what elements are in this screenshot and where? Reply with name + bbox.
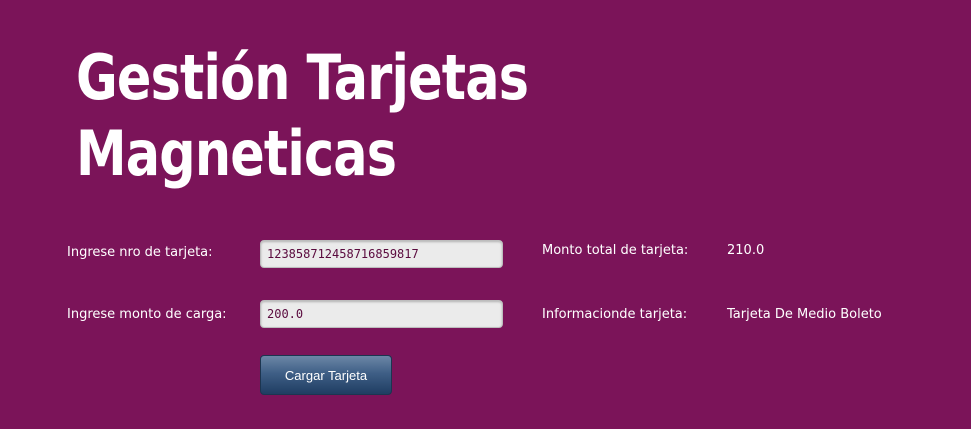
- card-number-input[interactable]: [260, 240, 503, 268]
- total-amount-value: 210.0: [727, 243, 765, 258]
- page-title-line-1: Gestión Tarjetas: [76, 41, 529, 114]
- amount-label: Ingrese monto de carga:: [67, 307, 227, 322]
- card-info-label: Informacionde tarjeta:: [542, 307, 688, 322]
- amount-input[interactable]: [260, 300, 503, 328]
- card-info-value: Tarjeta De Medio Boleto: [727, 307, 882, 322]
- total-amount-label: Monto total de tarjeta:: [542, 243, 689, 258]
- page-title: Gestión Tarjetas Magneticas: [76, 40, 529, 192]
- load-card-button[interactable]: Cargar Tarjeta: [260, 355, 392, 395]
- card-number-label: Ingrese nro de tarjeta:: [67, 245, 213, 260]
- page-title-line-2: Magneticas: [76, 117, 397, 190]
